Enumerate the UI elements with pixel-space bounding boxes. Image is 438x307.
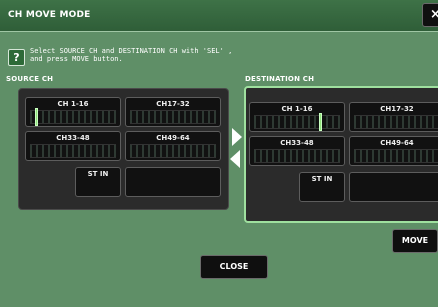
instruction-text: Select SOURCE CH and DESTINATION CH with… [30,47,370,63]
window-title: CH MOVE MODE [8,10,91,20]
source-st-in[interactable]: ST IN [75,167,121,197]
destination-ch-1-16-strip [254,115,340,129]
source-ch-1-16-label: CH 1-16 [57,100,89,108]
destination-ch17-32[interactable]: CH17-32 [349,102,438,132]
destination-panel: CH 1-16 CH17-32 CH33-48 CH49-64 ST IN [244,86,438,223]
source-st-in-label: ST IN [87,170,109,178]
source-ch17-32[interactable]: CH17-32 [125,97,221,127]
instruction-line-1: Select SOURCE CH and DESTINATION CH with… [30,47,233,55]
help-icon: ? [8,49,25,66]
source-ch49-64[interactable]: CH49-64 [125,131,221,161]
destination-selected-channel-marker [319,113,322,131]
source-panel: CH 1-16 CH17-32 CH33-48 CH49-64 ST IN [18,88,229,210]
destination-st-in[interactable]: ST IN [299,172,345,202]
source-ch17-32-label: CH17-32 [156,100,190,108]
destination-ch-1-16-label: CH 1-16 [281,105,313,113]
destination-ch49-64[interactable]: CH49-64 [349,136,438,166]
close-button[interactable]: CLOSE [200,255,268,279]
source-ch33-48[interactable]: CH33-48 [25,131,121,161]
destination-empty-slot [349,172,438,202]
arrow-right-icon [232,128,242,146]
destination-ch17-32-label: CH17-32 [380,105,414,113]
move-button[interactable]: MOVE [392,229,438,253]
source-ch-label: SOURCE CH [6,75,54,83]
source-empty-slot [125,167,221,197]
source-ch33-48-strip [30,144,116,158]
title-bar: CH MOVE MODE × [0,0,438,32]
destination-st-in-label: ST IN [311,175,333,183]
source-ch49-64-label: CH49-64 [156,134,190,142]
source-ch-1-16[interactable]: CH 1-16 [25,97,121,127]
source-ch33-48-label: CH33-48 [56,134,90,142]
destination-ch33-48-strip [254,149,340,163]
source-ch17-32-strip [130,110,216,124]
destination-ch33-48-label: CH33-48 [280,139,314,147]
instruction-line-2: and press MOVE button. [30,55,123,63]
source-selected-channel-marker [35,108,38,126]
destination-ch-label: DESTINATION CH [245,75,315,83]
source-ch-1-16-strip [30,110,116,124]
destination-ch49-64-strip [354,149,438,163]
destination-ch17-32-strip [354,115,438,129]
source-ch49-64-strip [130,144,216,158]
arrow-left-icon [230,150,240,168]
destination-ch49-64-label: CH49-64 [380,139,414,147]
destination-ch-1-16[interactable]: CH 1-16 [249,102,345,132]
destination-ch33-48[interactable]: CH33-48 [249,136,345,166]
close-window-button[interactable]: × [422,3,438,27]
